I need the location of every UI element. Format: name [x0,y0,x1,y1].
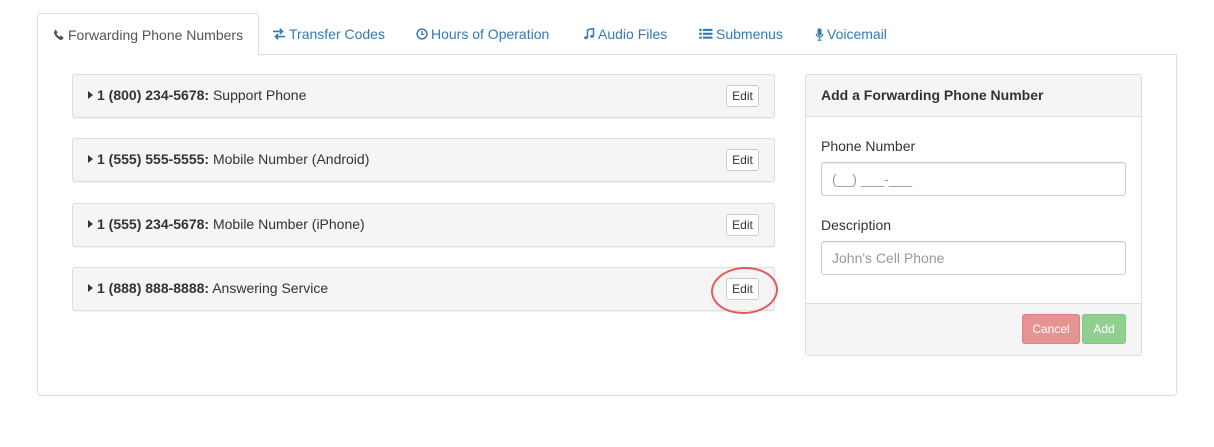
tab-label: Hours of Operation [431,26,550,42]
expand-caret-icon[interactable] [88,284,93,292]
edit-button[interactable]: Edit [726,149,759,171]
cancel-button[interactable]: Cancel [1022,314,1080,344]
edit-button[interactable]: Edit [726,85,759,107]
phone-description: Answering Service [212,280,329,296]
add-button[interactable]: Add [1082,314,1126,344]
tab-label: Submenus [716,26,783,42]
panel-title: Add a Forwarding Phone Number [806,75,1141,117]
tab-bar: Forwarding Phone Numbers Transfer Codes … [37,13,1177,56]
microphone-icon [815,27,824,41]
phone-number: 1 (800) 234-5678: [97,87,210,103]
description-label: Description [821,217,892,233]
edit-button[interactable]: Edit [726,214,759,236]
expand-caret-icon[interactable] [88,220,93,228]
phone-entry-text: 1 (800) 234-5678: Support Phone [97,87,306,103]
music-note-icon [583,28,595,40]
phone-number: 1 (888) 888-8888: [97,280,210,296]
phone-number: 1 (555) 555-5555: [97,151,210,167]
tab-label: Audio Files [598,26,668,42]
add-forwarding-number-panel: Add a Forwarding Phone Number Phone Numb… [805,74,1142,356]
transfer-arrows-icon [272,28,286,40]
description-input[interactable] [821,241,1126,275]
phone-entry-text: 1 (555) 234-5678: Mobile Number (iPhone) [97,216,365,232]
phone-entry: 1 (800) 234-5678: Support Phone Edit [72,74,775,118]
phone-number: 1 (555) 234-5678: [97,216,210,232]
tab-label: Forwarding Phone Numbers [68,26,244,43]
tab-hours-of-operation[interactable]: Hours of Operation [401,13,564,55]
clock-icon [416,28,428,40]
phone-entry-text: 1 (888) 888-8888: Answering Service [97,280,328,296]
phone-entry-text: 1 (555) 555-5555: Mobile Number (Android… [97,151,369,167]
phone-entry: 1 (888) 888-8888: Answering Service Edit [72,267,775,311]
tab-label: Voicemail [827,26,887,42]
phone-description: Support Phone [212,87,307,103]
phone-number-input[interactable] [821,162,1126,196]
edit-button[interactable]: Edit [726,278,759,300]
tab-submenus[interactable]: Submenus [684,13,798,55]
expand-caret-icon[interactable] [88,155,93,163]
phone-icon [53,29,65,41]
tab-forwarding-phone-numbers[interactable]: Forwarding Phone Numbers [37,13,260,56]
tab-label: Transfer Codes [289,26,385,42]
panel-footer: Cancel Add [806,303,1141,355]
phone-entry: 1 (555) 555-5555: Mobile Number (Android… [72,138,775,182]
tab-transfer-codes[interactable]: Transfer Codes [257,13,400,55]
phone-description: Mobile Number (Android) [212,151,370,167]
phone-description: Mobile Number (iPhone) [212,216,365,232]
tab-voicemail[interactable]: Voicemail [800,13,902,55]
phone-entry: 1 (555) 234-5678: Mobile Number (iPhone)… [72,203,775,247]
expand-caret-icon[interactable] [88,91,93,99]
phone-number-label: Phone Number [821,138,916,154]
tab-audio-files[interactable]: Audio Files [568,13,682,55]
list-icon [699,28,713,40]
